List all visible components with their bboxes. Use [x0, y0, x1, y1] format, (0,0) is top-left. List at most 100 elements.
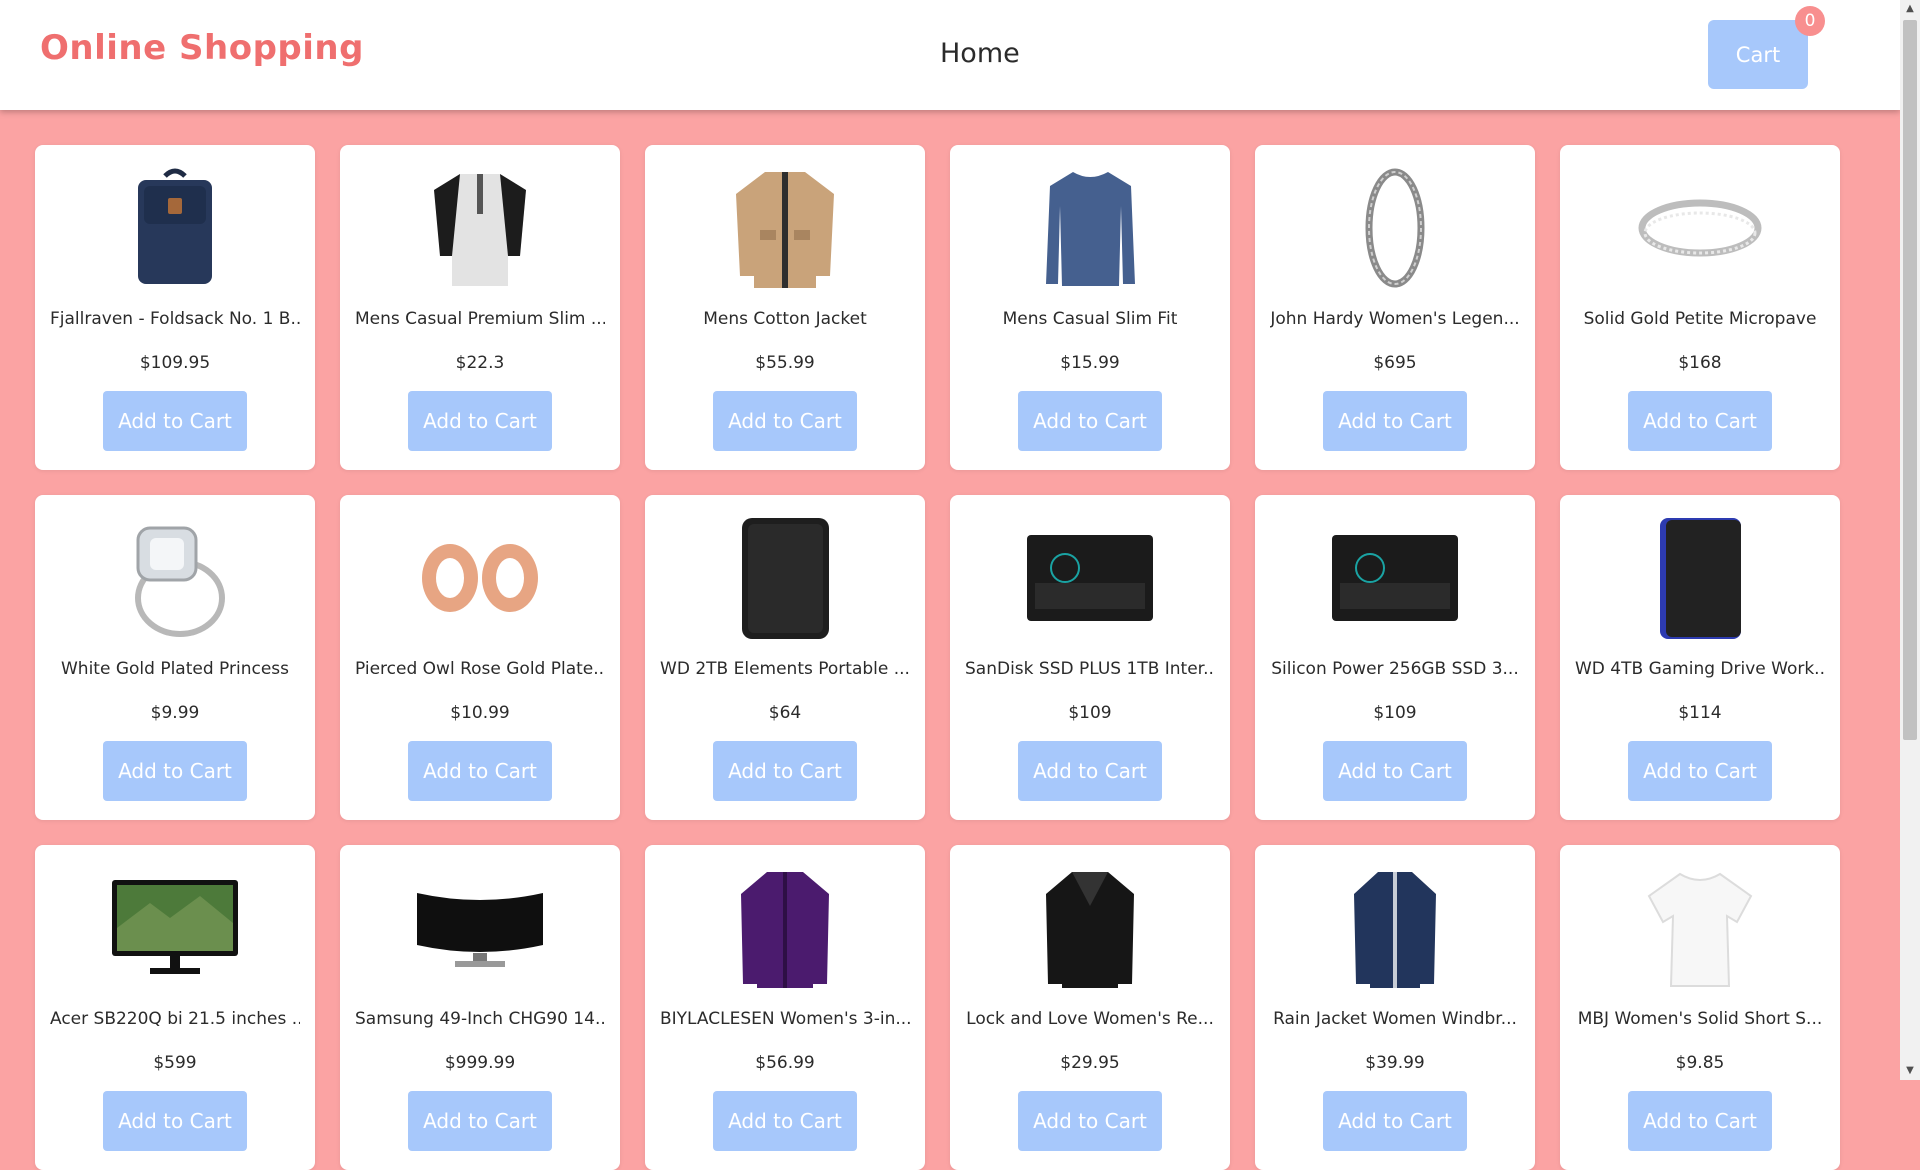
product-title: Mens Casual Premium Slim ... [355, 309, 605, 329]
longsleeve-icon [1015, 163, 1165, 293]
add-to-cart-button[interactable]: Add to Cart [1628, 741, 1772, 801]
top-header: Online Shopping Home Cart 0 [0, 0, 1900, 110]
product-price: $109.95 [139, 353, 211, 373]
product-title: WD 2TB Elements Portable ... [660, 659, 910, 679]
diamond-ring-icon [100, 513, 250, 643]
product-card: Rain Jacket Women Windbr... $39.99 Add to … [1255, 845, 1535, 1170]
product-card: Pierced Owl Rose Gold Plate... $10.99 Add … [340, 495, 620, 820]
add-to-cart-button[interactable]: Add to Cart [1628, 1091, 1772, 1151]
product-card: John Hardy Women's Legen... $695 Add to Ca… [1255, 145, 1535, 470]
product-title: John Hardy Women's Legen... [1270, 309, 1520, 329]
product-price: $15.99 [1060, 353, 1120, 373]
product-price: $599 [153, 1053, 197, 1073]
add-to-cart-button[interactable]: Add to Cart [1018, 741, 1162, 801]
product-title: Acer SB220Q bi 21.5 inches ... [50, 1009, 300, 1029]
product-title: Pierced Owl Rose Gold Plate... [355, 659, 605, 679]
scroll-down-arrow-icon[interactable]: ▼ [1900, 1062, 1920, 1080]
product-price: $695 [1373, 353, 1417, 373]
add-to-cart-button[interactable]: Add to Cart [1018, 391, 1162, 451]
ring-icon [1625, 163, 1775, 293]
product-price: $9.99 [150, 703, 200, 723]
product-card: Solid Gold Petite Micropave $168 Add to Ca… [1560, 145, 1840, 470]
product-title: Mens Cotton Jacket [703, 309, 867, 329]
product-card: Silicon Power 256GB SSD 3... $109 Add to C… [1255, 495, 1535, 820]
add-to-cart-button[interactable]: Add to Cart [408, 1091, 552, 1151]
product-card: Mens Cotton Jacket $55.99 Add to Cart [645, 145, 925, 470]
product-card: Fjallraven - Foldsack No. 1 B... $109.95 A… [35, 145, 315, 470]
product-card: MBJ Women's Solid Short S... $9.85 Add to … [1560, 845, 1840, 1170]
rain-jacket-icon [1320, 863, 1470, 993]
product-price: $10.99 [450, 703, 510, 723]
product-price: $64 [768, 703, 802, 723]
womens-tee-icon [1625, 863, 1775, 993]
snow-jacket-icon [710, 863, 860, 993]
tshirt-icon [405, 163, 555, 293]
product-card: WD 4TB Gaming Drive Work... $114 Add to Ca… [1560, 495, 1840, 820]
product-grid: Fjallraven - Foldsack No. 1 B... $109.95 A… [35, 145, 1840, 1170]
curved-monitor-icon [405, 863, 555, 993]
add-to-cart-button[interactable]: Add to Cart [1323, 1091, 1467, 1151]
scrollbar-thumb[interactable] [1903, 20, 1917, 740]
product-title: Fjallraven - Foldsack No. 1 B... [50, 309, 300, 329]
add-to-cart-button[interactable]: Add to Cart [713, 1091, 857, 1151]
product-title: BIYLACLESEN Women's 3-in... [660, 1009, 910, 1029]
add-to-cart-button[interactable]: Add to Cart [1323, 391, 1467, 451]
product-title: White Gold Plated Princess [61, 659, 289, 679]
product-price: $55.99 [755, 353, 815, 373]
product-card: BIYLACLESEN Women's 3-in... $56.99 Add to … [645, 845, 925, 1170]
product-card: Acer SB220Q bi 21.5 inches ... $599 Add to… [35, 845, 315, 1170]
product-title: Lock and Love Women's Re... [966, 1009, 1214, 1029]
product-price: $168 [1678, 353, 1722, 373]
cart-button[interactable]: Cart [1708, 20, 1808, 89]
product-title: WD 4TB Gaming Drive Work... [1575, 659, 1825, 679]
product-title: Rain Jacket Women Windbr... [1273, 1009, 1517, 1029]
product-card: Samsung 49-Inch CHG90 14... $999.99 Add to… [340, 845, 620, 1170]
ssd-icon [1015, 513, 1165, 643]
product-card: Lock and Love Women's Re... $29.95 Add to … [950, 845, 1230, 1170]
add-to-cart-button[interactable]: Add to Cart [103, 391, 247, 451]
add-to-cart-button[interactable]: Add to Cart [408, 741, 552, 801]
page-scrollbar[interactable]: ▲ ▼ [1900, 0, 1920, 1080]
product-title: Solid Gold Petite Micropave [1583, 309, 1817, 329]
earrings-icon [405, 513, 555, 643]
product-card: Mens Casual Slim Fit $15.99 Add to Cart [950, 145, 1230, 470]
leather-jacket-icon [1015, 863, 1165, 993]
product-title: Silicon Power 256GB SSD 3... [1271, 659, 1519, 679]
product-title: Samsung 49-Inch CHG90 14... [355, 1009, 605, 1029]
product-price: $109 [1068, 703, 1112, 723]
add-to-cart-button[interactable]: Add to Cart [713, 741, 857, 801]
add-to-cart-button[interactable]: Add to Cart [713, 391, 857, 451]
bracelet-icon [1320, 163, 1470, 293]
add-to-cart-button[interactable]: Add to Cart [1323, 741, 1467, 801]
product-price: $114 [1678, 703, 1722, 723]
add-to-cart-button[interactable]: Add to Cart [1018, 1091, 1162, 1151]
add-to-cart-button[interactable]: Add to Cart [1628, 391, 1772, 451]
brand-logo-text[interactable]: Online Shopping [40, 28, 364, 68]
gaming-drive-icon [1625, 513, 1775, 643]
add-to-cart-button[interactable]: Add to Cart [408, 391, 552, 451]
scroll-up-arrow-icon[interactable]: ▲ [1900, 0, 1920, 18]
add-to-cart-button[interactable]: Add to Cart [103, 1091, 247, 1151]
product-card: Mens Casual Premium Slim ... $22.3 Add to … [340, 145, 620, 470]
cart-count-badge: 0 [1795, 6, 1825, 36]
product-title: Mens Casual Slim Fit [1002, 309, 1178, 329]
add-to-cart-button[interactable]: Add to Cart [103, 741, 247, 801]
monitor-icon [100, 863, 250, 993]
backpack-icon [100, 163, 250, 293]
hard-drive-icon [710, 513, 860, 643]
product-title: MBJ Women's Solid Short S... [1577, 1009, 1823, 1029]
product-price: $22.3 [455, 353, 505, 373]
product-title: SanDisk SSD PLUS 1TB Inter... [965, 659, 1215, 679]
product-price: $39.99 [1365, 1053, 1425, 1073]
nav-home-link[interactable]: Home [940, 38, 1020, 69]
product-price: $109 [1373, 703, 1417, 723]
ssd-icon [1320, 513, 1470, 643]
product-price: $29.95 [1060, 1053, 1120, 1073]
product-price: $56.99 [755, 1053, 815, 1073]
product-card: SanDisk SSD PLUS 1TB Inter... $109 Add to … [950, 495, 1230, 820]
product-price: $9.85 [1675, 1053, 1725, 1073]
product-price: $999.99 [444, 1053, 516, 1073]
jacket-icon [710, 163, 860, 293]
product-card: White Gold Plated Princess $9.99 Add to Ca… [35, 495, 315, 820]
product-card: WD 2TB Elements Portable ... $64 Add to Ca… [645, 495, 925, 820]
